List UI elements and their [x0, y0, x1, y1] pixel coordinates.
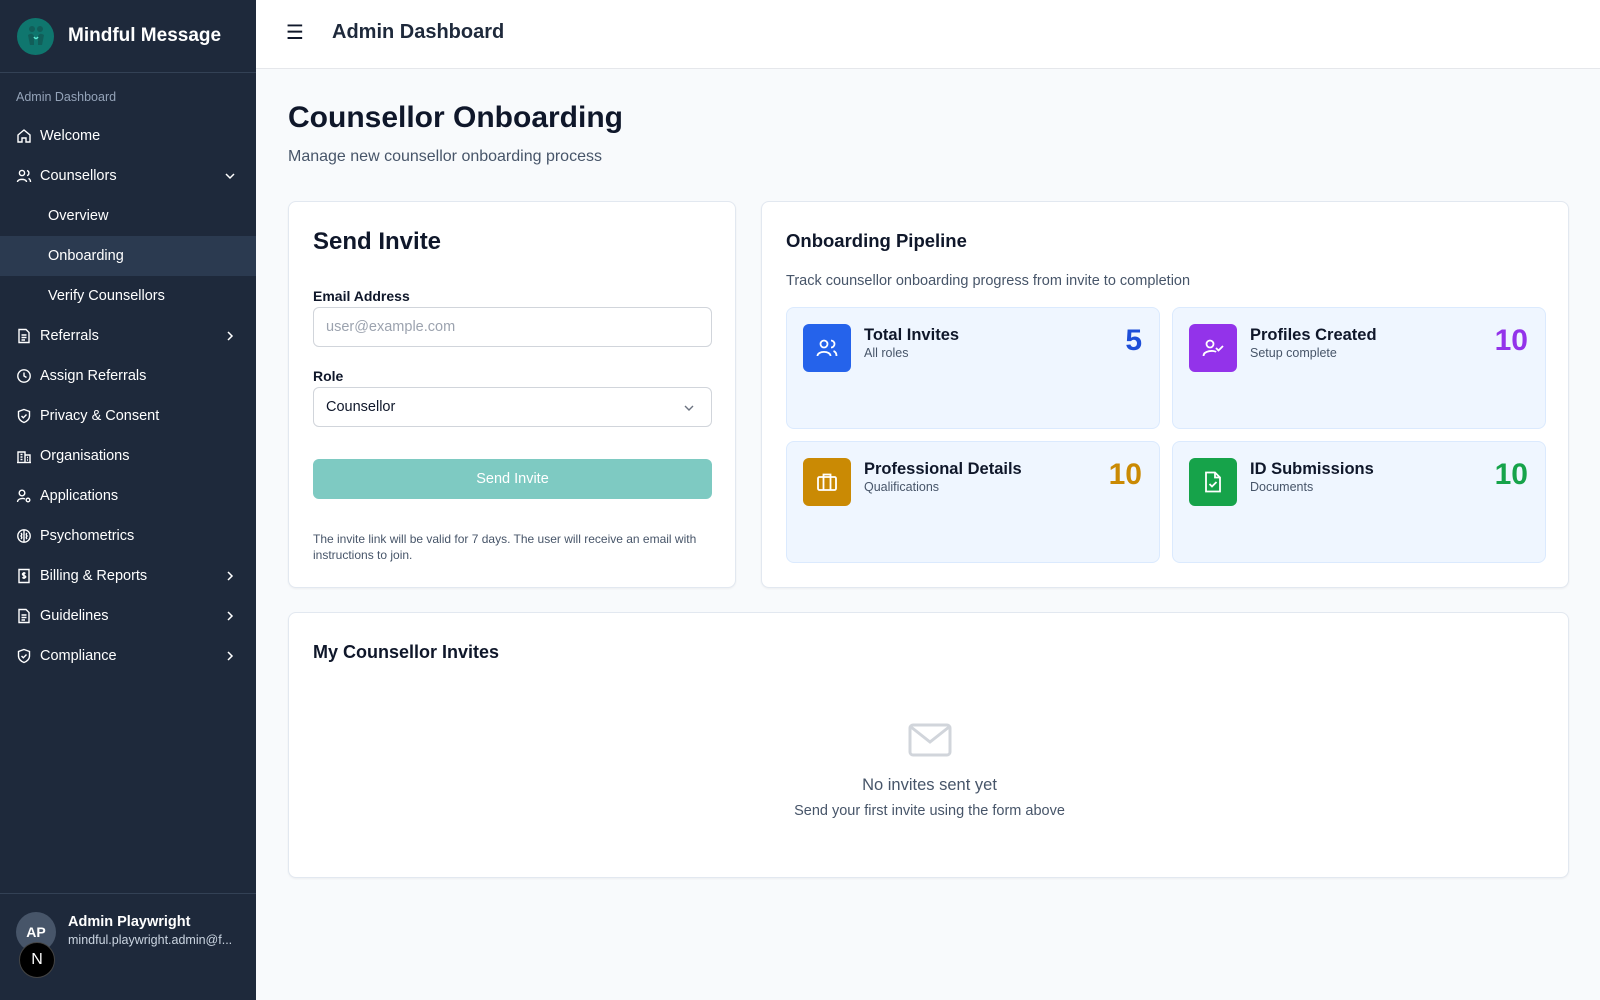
- topbar: ☰ Admin Dashboard: [256, 0, 1600, 69]
- sidebar-item-label: Organisations: [40, 448, 130, 464]
- my-invites-card: My Counsellor Invites No invites sent ye…: [288, 612, 1569, 878]
- sidebar-item-billing-reports[interactable]: Billing & Reports: [0, 556, 256, 596]
- sidebar-item-label: Billing & Reports: [40, 568, 148, 584]
- building-icon: [16, 448, 32, 464]
- sidebar-item-privacy-consent[interactable]: Privacy & Consent: [0, 396, 256, 436]
- stat-value: 5: [1125, 324, 1142, 357]
- sidebar-nav: Welcome Counsellors Overview Onboarding …: [0, 116, 256, 676]
- sidebar-item-label: Privacy & Consent: [40, 408, 160, 424]
- stat-label: Profiles Created: [1250, 326, 1377, 344]
- chevron-right-icon: [222, 608, 238, 624]
- file-check-icon: [1189, 458, 1237, 506]
- briefcase-icon: [803, 458, 851, 506]
- chevron-right-icon: [222, 648, 238, 664]
- role-select-value: Counsellor: [326, 399, 396, 415]
- sidebar-item-overview[interactable]: Overview: [0, 196, 256, 236]
- sidebar-item-label: Assign Referrals: [40, 368, 147, 384]
- pipeline-title: Onboarding Pipeline: [786, 230, 967, 251]
- sidebar-item-compliance[interactable]: Compliance: [0, 636, 256, 676]
- sidebar-item-counsellors[interactable]: Counsellors: [0, 156, 256, 196]
- sidebar-item-verify-counsellors[interactable]: Verify Counsellors: [0, 276, 256, 316]
- stat-value: 10: [1494, 324, 1528, 357]
- chevron-right-icon: [222, 568, 238, 584]
- sidebar-item-label: Applications: [40, 488, 119, 504]
- topbar-title: Admin Dashboard: [332, 21, 505, 43]
- sidebar-item-referrals[interactable]: Referrals: [0, 316, 256, 356]
- user-profile[interactable]: AP Admin Playwright mindful.playwright.a…: [0, 893, 256, 1000]
- sidebar-item-label: Counsellors: [40, 168, 117, 184]
- brand[interactable]: Mindful Message: [0, 0, 256, 73]
- sidebar-item-guidelines[interactable]: Guidelines: [0, 596, 256, 636]
- page-subtitle: Manage new counsellor onboarding process: [288, 148, 602, 165]
- sidebar-item-label: Guidelines: [40, 608, 109, 624]
- sidebar-item-label: Referrals: [40, 328, 99, 344]
- brand-logo-icon: [17, 17, 54, 55]
- sidebar-item-label: Compliance: [40, 648, 117, 664]
- user-email: mindful.playwright.admin@f...: [68, 933, 233, 947]
- sidebar-item-welcome[interactable]: Welcome: [0, 116, 256, 156]
- email-label: Email Address: [313, 288, 410, 304]
- stat-total-invites[interactable]: Total Invites All roles 5: [786, 307, 1160, 429]
- shield-check-icon: [16, 648, 32, 664]
- my-invites-title: My Counsellor Invites: [313, 642, 500, 662]
- chevron-right-icon: [222, 328, 238, 344]
- pipeline-subtitle: Track counsellor onboarding progress fro…: [786, 273, 1191, 289]
- user-cog-icon: [16, 488, 32, 504]
- sidebar-item-psychometrics[interactable]: Psychometrics: [0, 516, 256, 556]
- sidebar-item-applications[interactable]: Applications: [0, 476, 256, 516]
- onboarding-pipeline-card: Onboarding Pipeline Track counsellor onb…: [761, 201, 1569, 588]
- stat-label: Professional Details: [864, 460, 1022, 478]
- stat-label: Total Invites: [864, 326, 960, 344]
- home-icon: [16, 128, 32, 144]
- brain-icon: [16, 528, 32, 544]
- sidebar-item-onboarding[interactable]: Onboarding: [0, 236, 256, 276]
- sidebar-item-assign-referrals[interactable]: Assign Referrals: [0, 356, 256, 396]
- stat-id-submissions[interactable]: ID Submissions Documents 10: [1172, 441, 1546, 563]
- sidebar-item-label: Welcome: [40, 128, 101, 144]
- empty-state-title: No invites sent yet: [862, 776, 997, 794]
- document-icon: [16, 608, 32, 624]
- stat-sub: Documents: [1250, 480, 1314, 494]
- receipt-icon: [16, 568, 32, 584]
- users-icon: [803, 324, 851, 372]
- sidebar-item-label: Psychometrics: [40, 528, 135, 544]
- stat-professional-details[interactable]: Professional Details Qualifications 10: [786, 441, 1160, 563]
- shield-check-icon: [16, 408, 32, 424]
- stat-label: ID Submissions: [1250, 460, 1374, 478]
- stat-sub: Qualifications: [864, 480, 940, 494]
- sidebar-item-organisations[interactable]: Organisations: [0, 436, 256, 476]
- sidebar-section-label: Admin Dashboard: [16, 90, 117, 104]
- empty-state-subtitle: Send your first invite using the form ab…: [794, 803, 1065, 819]
- stat-value: 10: [1494, 458, 1528, 491]
- sidebar: Mindful Message Admin Dashboard Welcome …: [0, 0, 256, 1000]
- clock-icon: [16, 368, 32, 384]
- send-invite-button[interactable]: Send Invite: [313, 459, 712, 499]
- user-check-icon: [1189, 324, 1237, 372]
- stat-sub: All roles: [864, 346, 909, 360]
- send-invite-card: Send Invite Email Address user@example.c…: [288, 201, 736, 588]
- document-icon: [16, 328, 32, 344]
- hamburger-menu-icon[interactable]: ☰: [286, 23, 306, 43]
- users-icon: [16, 168, 32, 184]
- dev-tools-badge[interactable]: N: [19, 942, 55, 978]
- send-invite-title: Send Invite: [313, 228, 442, 255]
- brand-name: Mindful Message: [68, 25, 222, 46]
- user-name: Admin Playwright: [68, 914, 191, 930]
- role-select[interactable]: Counsellor: [313, 387, 712, 427]
- invite-note: The invite link will be valid for 7 days…: [313, 532, 697, 562]
- stat-profiles-created[interactable]: Profiles Created Setup complete 10: [1172, 307, 1546, 429]
- chevron-down-icon: [222, 168, 238, 184]
- email-field[interactable]: user@example.com: [313, 307, 712, 347]
- chevron-down-icon: [681, 400, 697, 416]
- stat-sub: Setup complete: [1250, 346, 1337, 360]
- role-label: Role: [313, 368, 344, 384]
- stat-value: 10: [1108, 458, 1142, 491]
- mail-icon: [906, 716, 954, 764]
- page-title: Counsellor Onboarding: [288, 101, 623, 134]
